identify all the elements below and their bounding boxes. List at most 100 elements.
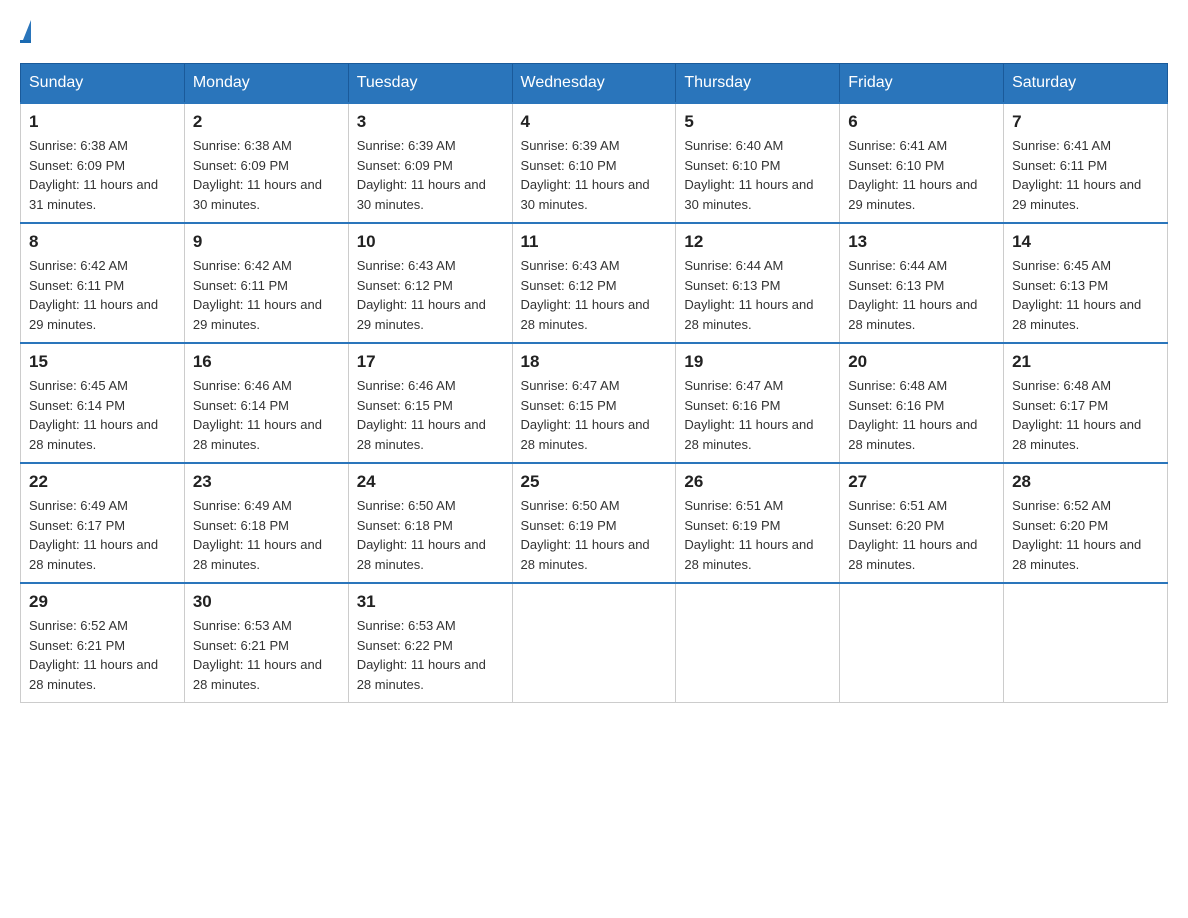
day-number: 17 (357, 352, 504, 372)
day-info: Sunrise: 6:38 AMSunset: 6:09 PMDaylight:… (193, 138, 322, 212)
calendar-cell (840, 583, 1004, 703)
day-info: Sunrise: 6:41 AMSunset: 6:10 PMDaylight:… (848, 138, 977, 212)
calendar-cell: 31 Sunrise: 6:53 AMSunset: 6:22 PMDaylig… (348, 583, 512, 703)
calendar-cell: 20 Sunrise: 6:48 AMSunset: 6:16 PMDaylig… (840, 343, 1004, 463)
calendar-cell: 16 Sunrise: 6:46 AMSunset: 6:14 PMDaylig… (184, 343, 348, 463)
day-number: 28 (1012, 472, 1159, 492)
calendar-cell: 25 Sunrise: 6:50 AMSunset: 6:19 PMDaylig… (512, 463, 676, 583)
day-info: Sunrise: 6:43 AMSunset: 6:12 PMDaylight:… (357, 258, 486, 332)
day-info: Sunrise: 6:51 AMSunset: 6:20 PMDaylight:… (848, 498, 977, 572)
day-number: 10 (357, 232, 504, 252)
calendar-table: SundayMondayTuesdayWednesdayThursdayFrid… (20, 63, 1168, 703)
page-header (20, 20, 1168, 43)
day-info: Sunrise: 6:48 AMSunset: 6:16 PMDaylight:… (848, 378, 977, 452)
day-number: 16 (193, 352, 340, 372)
weekday-header-row: SundayMondayTuesdayWednesdayThursdayFrid… (21, 64, 1168, 104)
day-info: Sunrise: 6:49 AMSunset: 6:17 PMDaylight:… (29, 498, 158, 572)
day-number: 29 (29, 592, 176, 612)
calendar-cell: 27 Sunrise: 6:51 AMSunset: 6:20 PMDaylig… (840, 463, 1004, 583)
day-info: Sunrise: 6:50 AMSunset: 6:18 PMDaylight:… (357, 498, 486, 572)
calendar-cell: 26 Sunrise: 6:51 AMSunset: 6:19 PMDaylig… (676, 463, 840, 583)
day-info: Sunrise: 6:47 AMSunset: 6:15 PMDaylight:… (521, 378, 650, 452)
day-info: Sunrise: 6:46 AMSunset: 6:15 PMDaylight:… (357, 378, 486, 452)
day-number: 18 (521, 352, 668, 372)
day-info: Sunrise: 6:48 AMSunset: 6:17 PMDaylight:… (1012, 378, 1141, 452)
day-number: 9 (193, 232, 340, 252)
weekday-header-monday: Monday (184, 64, 348, 104)
day-number: 31 (357, 592, 504, 612)
day-number: 3 (357, 112, 504, 132)
calendar-cell: 30 Sunrise: 6:53 AMSunset: 6:21 PMDaylig… (184, 583, 348, 703)
calendar-cell: 21 Sunrise: 6:48 AMSunset: 6:17 PMDaylig… (1004, 343, 1168, 463)
calendar-cell (676, 583, 840, 703)
calendar-cell: 18 Sunrise: 6:47 AMSunset: 6:15 PMDaylig… (512, 343, 676, 463)
logo (20, 20, 31, 43)
calendar-cell: 1 Sunrise: 6:38 AMSunset: 6:09 PMDayligh… (21, 103, 185, 223)
calendar-cell: 14 Sunrise: 6:45 AMSunset: 6:13 PMDaylig… (1004, 223, 1168, 343)
calendar-cell: 23 Sunrise: 6:49 AMSunset: 6:18 PMDaylig… (184, 463, 348, 583)
day-info: Sunrise: 6:51 AMSunset: 6:19 PMDaylight:… (684, 498, 813, 572)
weekday-header-wednesday: Wednesday (512, 64, 676, 104)
day-info: Sunrise: 6:52 AMSunset: 6:21 PMDaylight:… (29, 618, 158, 692)
day-number: 22 (29, 472, 176, 492)
day-info: Sunrise: 6:41 AMSunset: 6:11 PMDaylight:… (1012, 138, 1141, 212)
calendar-cell: 10 Sunrise: 6:43 AMSunset: 6:12 PMDaylig… (348, 223, 512, 343)
day-info: Sunrise: 6:50 AMSunset: 6:19 PMDaylight:… (521, 498, 650, 572)
day-info: Sunrise: 6:45 AMSunset: 6:13 PMDaylight:… (1012, 258, 1141, 332)
calendar-cell: 24 Sunrise: 6:50 AMSunset: 6:18 PMDaylig… (348, 463, 512, 583)
calendar-cell: 6 Sunrise: 6:41 AMSunset: 6:10 PMDayligh… (840, 103, 1004, 223)
calendar-cell: 28 Sunrise: 6:52 AMSunset: 6:20 PMDaylig… (1004, 463, 1168, 583)
day-info: Sunrise: 6:46 AMSunset: 6:14 PMDaylight:… (193, 378, 322, 452)
day-info: Sunrise: 6:52 AMSunset: 6:20 PMDaylight:… (1012, 498, 1141, 572)
day-info: Sunrise: 6:49 AMSunset: 6:18 PMDaylight:… (193, 498, 322, 572)
logo-underline (20, 40, 31, 43)
day-number: 6 (848, 112, 995, 132)
day-number: 4 (521, 112, 668, 132)
week-row-4: 22 Sunrise: 6:49 AMSunset: 6:17 PMDaylig… (21, 463, 1168, 583)
week-row-5: 29 Sunrise: 6:52 AMSunset: 6:21 PMDaylig… (21, 583, 1168, 703)
week-row-3: 15 Sunrise: 6:45 AMSunset: 6:14 PMDaylig… (21, 343, 1168, 463)
day-info: Sunrise: 6:47 AMSunset: 6:16 PMDaylight:… (684, 378, 813, 452)
day-info: Sunrise: 6:39 AMSunset: 6:09 PMDaylight:… (357, 138, 486, 212)
day-info: Sunrise: 6:53 AMSunset: 6:21 PMDaylight:… (193, 618, 322, 692)
day-number: 2 (193, 112, 340, 132)
calendar-cell (512, 583, 676, 703)
day-number: 23 (193, 472, 340, 492)
calendar-cell: 13 Sunrise: 6:44 AMSunset: 6:13 PMDaylig… (840, 223, 1004, 343)
week-row-2: 8 Sunrise: 6:42 AMSunset: 6:11 PMDayligh… (21, 223, 1168, 343)
day-info: Sunrise: 6:38 AMSunset: 6:09 PMDaylight:… (29, 138, 158, 212)
calendar-cell: 17 Sunrise: 6:46 AMSunset: 6:15 PMDaylig… (348, 343, 512, 463)
day-number: 15 (29, 352, 176, 372)
calendar-cell: 4 Sunrise: 6:39 AMSunset: 6:10 PMDayligh… (512, 103, 676, 223)
day-number: 13 (848, 232, 995, 252)
day-info: Sunrise: 6:44 AMSunset: 6:13 PMDaylight:… (684, 258, 813, 332)
day-number: 19 (684, 352, 831, 372)
calendar-cell: 7 Sunrise: 6:41 AMSunset: 6:11 PMDayligh… (1004, 103, 1168, 223)
calendar-cell: 3 Sunrise: 6:39 AMSunset: 6:09 PMDayligh… (348, 103, 512, 223)
day-info: Sunrise: 6:45 AMSunset: 6:14 PMDaylight:… (29, 378, 158, 452)
calendar-cell: 15 Sunrise: 6:45 AMSunset: 6:14 PMDaylig… (21, 343, 185, 463)
day-info: Sunrise: 6:43 AMSunset: 6:12 PMDaylight:… (521, 258, 650, 332)
day-number: 21 (1012, 352, 1159, 372)
weekday-header-thursday: Thursday (676, 64, 840, 104)
calendar-cell: 22 Sunrise: 6:49 AMSunset: 6:17 PMDaylig… (21, 463, 185, 583)
day-number: 11 (521, 232, 668, 252)
calendar-cell: 12 Sunrise: 6:44 AMSunset: 6:13 PMDaylig… (676, 223, 840, 343)
day-number: 20 (848, 352, 995, 372)
day-number: 27 (848, 472, 995, 492)
day-number: 8 (29, 232, 176, 252)
day-info: Sunrise: 6:39 AMSunset: 6:10 PMDaylight:… (521, 138, 650, 212)
day-number: 14 (1012, 232, 1159, 252)
weekday-header-tuesday: Tuesday (348, 64, 512, 104)
weekday-header-saturday: Saturday (1004, 64, 1168, 104)
day-info: Sunrise: 6:53 AMSunset: 6:22 PMDaylight:… (357, 618, 486, 692)
calendar-cell: 8 Sunrise: 6:42 AMSunset: 6:11 PMDayligh… (21, 223, 185, 343)
calendar-cell (1004, 583, 1168, 703)
day-number: 26 (684, 472, 831, 492)
calendar-cell: 19 Sunrise: 6:47 AMSunset: 6:16 PMDaylig… (676, 343, 840, 463)
day-number: 25 (521, 472, 668, 492)
day-number: 24 (357, 472, 504, 492)
weekday-header-sunday: Sunday (21, 64, 185, 104)
calendar-cell: 9 Sunrise: 6:42 AMSunset: 6:11 PMDayligh… (184, 223, 348, 343)
calendar-cell: 5 Sunrise: 6:40 AMSunset: 6:10 PMDayligh… (676, 103, 840, 223)
